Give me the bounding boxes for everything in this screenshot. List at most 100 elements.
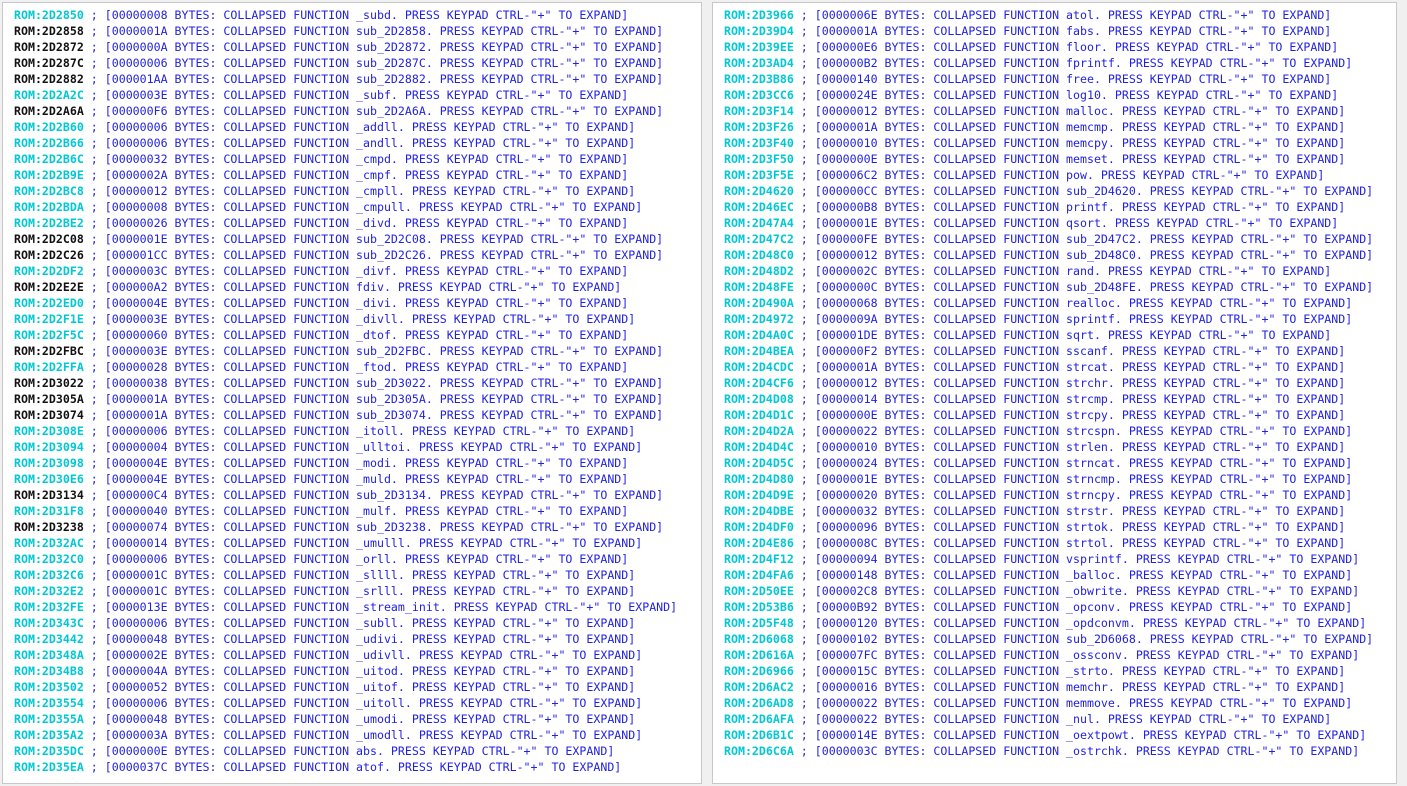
address-label[interactable]: ROM:2D39D4 bbox=[724, 24, 794, 38]
collapsed-function-line[interactable]: ROM:2D2B60 ; [00000006 BYTES: COLLAPSED … bbox=[3, 119, 701, 135]
address-label[interactable]: ROM:2D46EC bbox=[724, 200, 794, 214]
collapsed-function-line[interactable]: ROM:2D30E6 ; [0000004E BYTES: COLLAPSED … bbox=[3, 471, 701, 487]
collapsed-function-line[interactable]: ROM:2D32FE ; [0000013E BYTES: COLLAPSED … bbox=[3, 599, 701, 615]
address-label[interactable]: ROM:2D3F5E bbox=[724, 168, 794, 182]
address-label[interactable]: ROM:2D2BC8 bbox=[14, 184, 84, 198]
collapsed-function-line[interactable]: ROM:2D48C0 ; [00000012 BYTES: COLLAPSED … bbox=[713, 247, 1396, 263]
collapsed-function-line[interactable]: ROM:2D6966 ; [0000015C BYTES: COLLAPSED … bbox=[713, 663, 1396, 679]
address-label[interactable]: ROM:2D48FE bbox=[724, 280, 794, 294]
address-label[interactable]: ROM:2D48D2 bbox=[724, 264, 794, 278]
collapsed-function-line[interactable]: ROM:2D3074 ; [0000001A BYTES: COLLAPSED … bbox=[3, 407, 701, 423]
address-label[interactable]: ROM:2D2C08 bbox=[14, 232, 84, 246]
collapsed-function-line[interactable]: ROM:2D48D2 ; [0000002C BYTES: COLLAPSED … bbox=[713, 263, 1396, 279]
collapsed-function-line[interactable]: ROM:2D616A ; [000007FC BYTES: COLLAPSED … bbox=[713, 647, 1396, 663]
address-label[interactable]: ROM:2D48C0 bbox=[724, 248, 794, 262]
collapsed-function-line[interactable]: ROM:2D2882 ; [000001AA BYTES: COLLAPSED … bbox=[3, 71, 701, 87]
collapsed-function-line[interactable]: ROM:2D2B66 ; [00000006 BYTES: COLLAPSED … bbox=[3, 135, 701, 151]
collapsed-function-line[interactable]: ROM:2D3CC6 ; [0000024E BYTES: COLLAPSED … bbox=[713, 87, 1396, 103]
address-label[interactable]: ROM:2D2BE2 bbox=[14, 216, 84, 230]
address-label[interactable]: ROM:2D3AD4 bbox=[724, 56, 794, 70]
address-label[interactable]: ROM:2D4D08 bbox=[724, 392, 794, 406]
disassembly-pane-left[interactable]: ROM:2D2850 ; [00000008 BYTES: COLLAPSED … bbox=[2, 2, 702, 784]
address-label[interactable]: ROM:2D287C bbox=[14, 56, 84, 70]
collapsed-function-line[interactable]: ROM:2D348A ; [0000002E BYTES: COLLAPSED … bbox=[3, 647, 701, 663]
collapsed-function-line[interactable]: ROM:2D35DC ; [0000000E BYTES: COLLAPSED … bbox=[3, 743, 701, 759]
address-label[interactable]: ROM:2D50EE bbox=[724, 584, 794, 598]
address-label[interactable]: ROM:2D355A bbox=[14, 712, 84, 726]
address-label[interactable]: ROM:2D4D9E bbox=[724, 488, 794, 502]
address-label[interactable]: ROM:2D32C6 bbox=[14, 568, 84, 582]
collapsed-function-line[interactable]: ROM:2D39D4 ; [0000001A BYTES: COLLAPSED … bbox=[713, 23, 1396, 39]
address-label[interactable]: ROM:2D4F12 bbox=[724, 552, 794, 566]
collapsed-function-line[interactable]: ROM:2D4A0C ; [000001DE BYTES: COLLAPSED … bbox=[713, 327, 1396, 343]
collapsed-function-line[interactable]: ROM:2D48FE ; [0000000C BYTES: COLLAPSED … bbox=[713, 279, 1396, 295]
address-label[interactable]: ROM:2D4E86 bbox=[724, 536, 794, 550]
address-label[interactable]: ROM:2D3B86 bbox=[724, 72, 794, 86]
collapsed-function-line[interactable]: ROM:2D6C6A ; [0000003C BYTES: COLLAPSED … bbox=[713, 743, 1396, 759]
collapsed-function-line[interactable]: ROM:2D2E2E ; [000000A2 BYTES: COLLAPSED … bbox=[3, 279, 701, 295]
address-label[interactable]: ROM:2D2BDA bbox=[14, 200, 84, 214]
address-label[interactable]: ROM:2D3502 bbox=[14, 680, 84, 694]
collapsed-function-line[interactable]: ROM:2D2850 ; [00000008 BYTES: COLLAPSED … bbox=[3, 7, 701, 23]
collapsed-function-line[interactable]: ROM:2D4DF0 ; [00000096 BYTES: COLLAPSED … bbox=[713, 519, 1396, 535]
address-label[interactable]: ROM:2D6B1C bbox=[724, 728, 794, 742]
address-label[interactable]: ROM:2D2A6A bbox=[14, 104, 84, 118]
collapsed-function-line[interactable]: ROM:2D53B6 ; [00000B92 BYTES: COLLAPSED … bbox=[713, 599, 1396, 615]
collapsed-function-line[interactable]: ROM:2D35A2 ; [0000003A BYTES: COLLAPSED … bbox=[3, 727, 701, 743]
address-label[interactable]: ROM:2D39EE bbox=[724, 40, 794, 54]
collapsed-function-line[interactable]: ROM:2D4D2A ; [00000022 BYTES: COLLAPSED … bbox=[713, 423, 1396, 439]
collapsed-function-line[interactable]: ROM:2D2A2C ; [0000003E BYTES: COLLAPSED … bbox=[3, 87, 701, 103]
collapsed-function-line[interactable]: ROM:2D2C26 ; [000001CC BYTES: COLLAPSED … bbox=[3, 247, 701, 263]
address-label[interactable]: ROM:2D4D1C bbox=[724, 408, 794, 422]
collapsed-function-line[interactable]: ROM:2D32C6 ; [0000001C BYTES: COLLAPSED … bbox=[3, 567, 701, 583]
address-label[interactable]: ROM:2D2FBC bbox=[14, 344, 84, 358]
collapsed-function-line[interactable]: ROM:2D355A ; [00000048 BYTES: COLLAPSED … bbox=[3, 711, 701, 727]
address-label[interactable]: ROM:2D2882 bbox=[14, 72, 84, 86]
address-label[interactable]: ROM:2D3022 bbox=[14, 376, 84, 390]
collapsed-function-line[interactable]: ROM:2D2F1E ; [0000003E BYTES: COLLAPSED … bbox=[3, 311, 701, 327]
collapsed-function-line[interactable]: ROM:2D2BE2 ; [00000026 BYTES: COLLAPSED … bbox=[3, 215, 701, 231]
collapsed-function-line[interactable]: ROM:2D4D5C ; [00000024 BYTES: COLLAPSED … bbox=[713, 455, 1396, 471]
address-label[interactable]: ROM:2D2B60 bbox=[14, 120, 84, 134]
address-label[interactable]: ROM:2D2F5C bbox=[14, 328, 84, 342]
collapsed-function-line[interactable]: ROM:2D39EE ; [000000E6 BYTES: COLLAPSED … bbox=[713, 39, 1396, 55]
collapsed-function-line[interactable]: ROM:2D2A6A ; [000000F6 BYTES: COLLAPSED … bbox=[3, 103, 701, 119]
address-label[interactable]: ROM:2D343C bbox=[14, 616, 84, 630]
address-label[interactable]: ROM:2D53B6 bbox=[724, 600, 794, 614]
collapsed-function-line[interactable]: ROM:2D305A ; [0000001A BYTES: COLLAPSED … bbox=[3, 391, 701, 407]
collapsed-function-line[interactable]: ROM:2D3022 ; [00000038 BYTES: COLLAPSED … bbox=[3, 375, 701, 391]
collapsed-function-line[interactable]: ROM:2D3502 ; [00000052 BYTES: COLLAPSED … bbox=[3, 679, 701, 695]
address-label[interactable]: ROM:2D35EA bbox=[14, 760, 84, 774]
collapsed-function-line[interactable]: ROM:2D4FA6 ; [00000148 BYTES: COLLAPSED … bbox=[713, 567, 1396, 583]
disassembly-pane-right[interactable]: ROM:2D3966 ; [0000006E BYTES: COLLAPSED … bbox=[712, 2, 1397, 784]
collapsed-function-line[interactable]: ROM:2D3094 ; [00000004 BYTES: COLLAPSED … bbox=[3, 439, 701, 455]
address-label[interactable]: ROM:2D2B6C bbox=[14, 152, 84, 166]
collapsed-function-line[interactable]: ROM:2D2F5C ; [00000060 BYTES: COLLAPSED … bbox=[3, 327, 701, 343]
address-label[interactable]: ROM:2D4972 bbox=[724, 312, 794, 326]
address-label[interactable]: ROM:2D32FE bbox=[14, 600, 84, 614]
collapsed-function-line[interactable]: ROM:2D287C ; [00000006 BYTES: COLLAPSED … bbox=[3, 55, 701, 71]
collapsed-function-line[interactable]: ROM:2D2C08 ; [0000001E BYTES: COLLAPSED … bbox=[3, 231, 701, 247]
collapsed-function-line[interactable]: ROM:2D4D08 ; [00000014 BYTES: COLLAPSED … bbox=[713, 391, 1396, 407]
address-label[interactable]: ROM:2D6068 bbox=[724, 632, 794, 646]
address-label[interactable]: ROM:2D2C26 bbox=[14, 248, 84, 262]
address-label[interactable]: ROM:2D3238 bbox=[14, 520, 84, 534]
collapsed-function-line[interactable]: ROM:2D4D1C ; [0000000E BYTES: COLLAPSED … bbox=[713, 407, 1396, 423]
address-label[interactable]: ROM:2D3CC6 bbox=[724, 88, 794, 102]
collapsed-function-line[interactable]: ROM:2D4F12 ; [00000094 BYTES: COLLAPSED … bbox=[713, 551, 1396, 567]
collapsed-function-line[interactable]: ROM:2D31F8 ; [00000040 BYTES: COLLAPSED … bbox=[3, 503, 701, 519]
address-label[interactable]: ROM:2D6AFA bbox=[724, 712, 794, 726]
address-label[interactable]: ROM:2D2DF2 bbox=[14, 264, 84, 278]
collapsed-function-line[interactable]: ROM:2D3F40 ; [00000010 BYTES: COLLAPSED … bbox=[713, 135, 1396, 151]
address-label[interactable]: ROM:2D47A4 bbox=[724, 216, 794, 230]
address-label[interactable]: ROM:2D3098 bbox=[14, 456, 84, 470]
address-label[interactable]: ROM:2D5F48 bbox=[724, 616, 794, 630]
address-label[interactable]: ROM:2D2ED0 bbox=[14, 296, 84, 310]
collapsed-function-line[interactable]: ROM:2D46EC ; [000000B8 BYTES: COLLAPSED … bbox=[713, 199, 1396, 215]
address-label[interactable]: ROM:2D4D80 bbox=[724, 472, 794, 486]
collapsed-function-line[interactable]: ROM:2D4DBE ; [00000032 BYTES: COLLAPSED … bbox=[713, 503, 1396, 519]
collapsed-function-line[interactable]: ROM:2D2FBC ; [0000003E BYTES: COLLAPSED … bbox=[3, 343, 701, 359]
collapsed-function-line[interactable]: ROM:2D3098 ; [0000004E BYTES: COLLAPSED … bbox=[3, 455, 701, 471]
collapsed-function-line[interactable]: ROM:2D6068 ; [00000102 BYTES: COLLAPSED … bbox=[713, 631, 1396, 647]
collapsed-function-line[interactable]: ROM:2D35EA ; [0000037C BYTES: COLLAPSED … bbox=[3, 759, 701, 775]
